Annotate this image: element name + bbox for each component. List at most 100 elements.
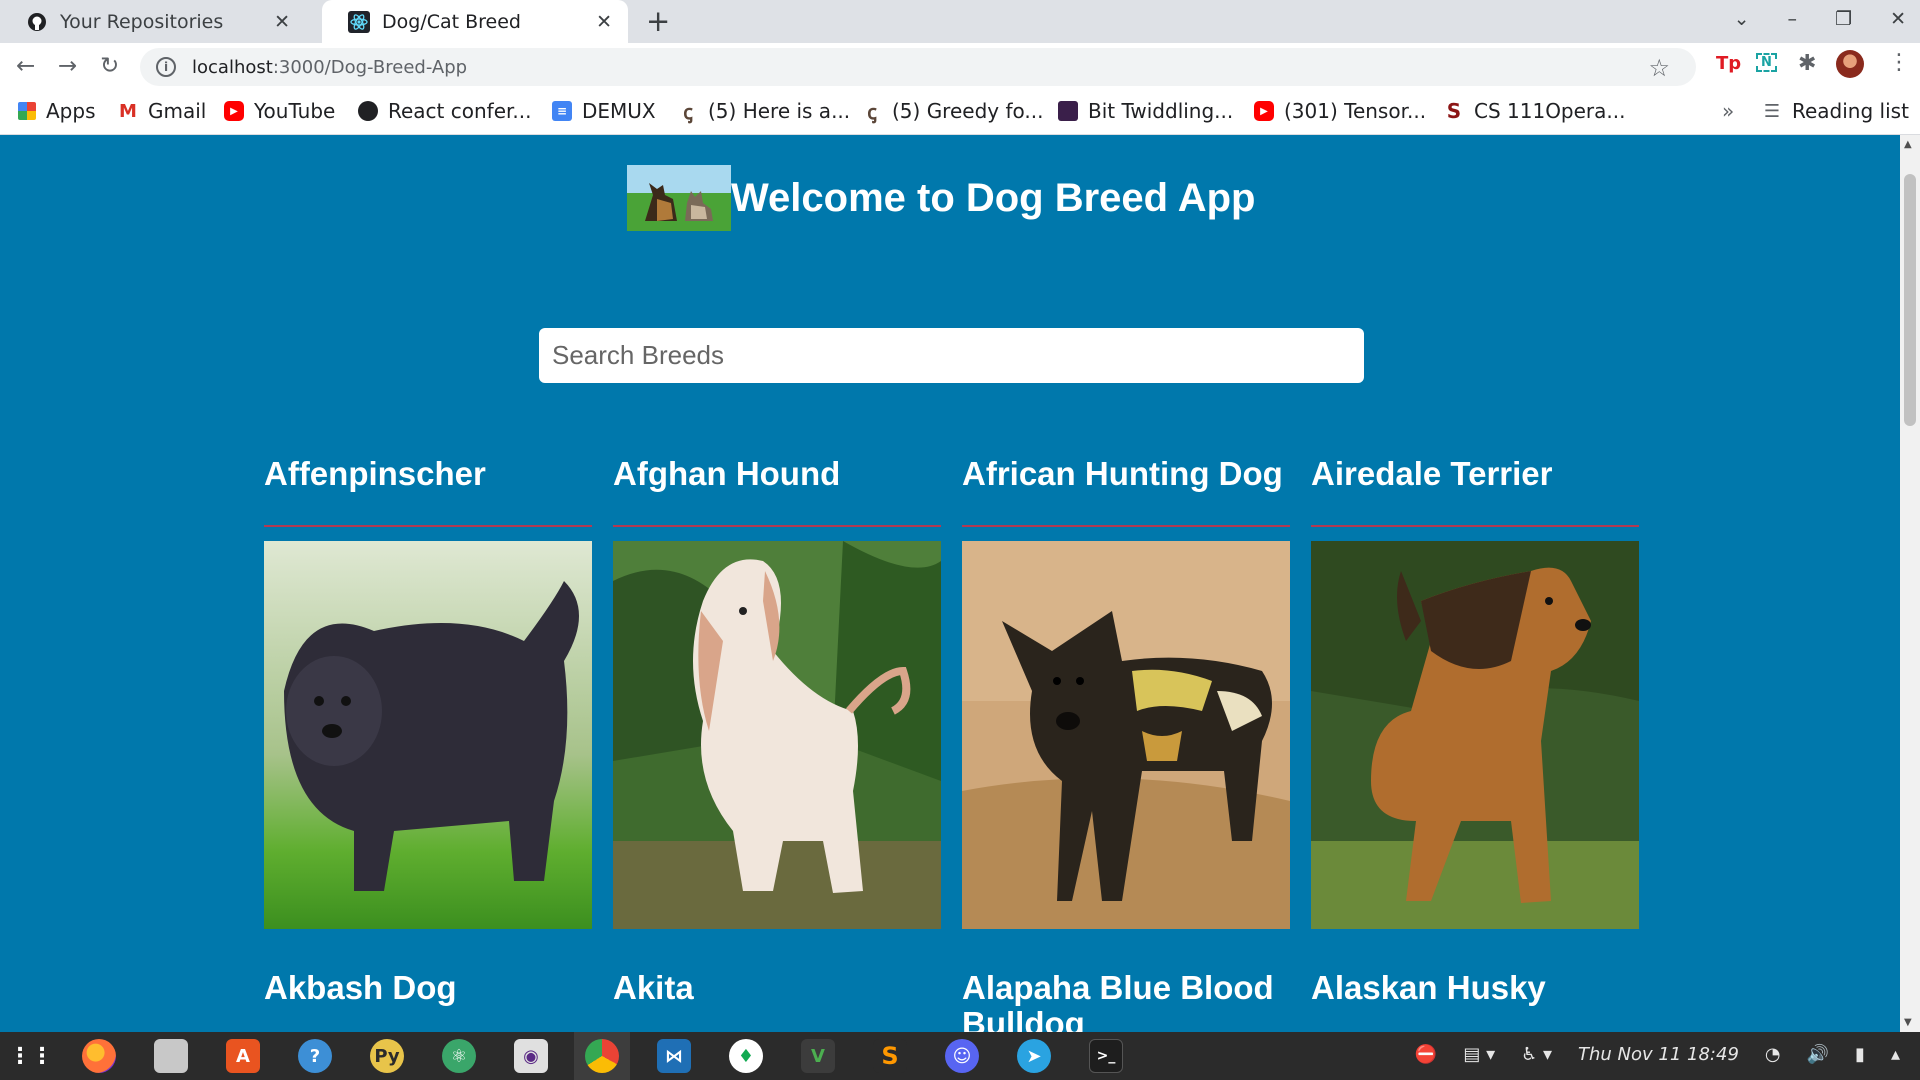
extensions-puzzle-icon[interactable]: ✱ [1798, 51, 1816, 76]
python-icon[interactable]: Py [370, 1039, 404, 1073]
bookmark-page-icon [1058, 101, 1078, 121]
screenshot-icon[interactable]: ◉ [514, 1039, 548, 1073]
breed-name: Alaskan Husky [1311, 969, 1546, 1006]
accessibility-icon[interactable]: ♿ ▾ [1521, 1044, 1552, 1065]
bookmark-here-is-a[interactable]: ꞔ (5) Here is a... [678, 99, 850, 124]
url-path: :3000/Dog-Breed-App [272, 56, 468, 78]
bookmark-cs-111[interactable]: S CS 111Opera... [1444, 99, 1626, 123]
codechef-icon: ꞔ [867, 99, 877, 124]
scrollbar-thumb[interactable] [1904, 174, 1916, 426]
bookmark-gmail[interactable]: M Gmail [118, 99, 206, 123]
bookmark-greedy-fo[interactable]: ꞔ (5) Greedy fo... [862, 99, 1043, 124]
breed-card[interactable]: Airedale Terrier [1311, 455, 1639, 929]
breed-card[interactable]: Affenpinscher [264, 455, 592, 929]
breed-card[interactable]: African Hunting Dog [962, 456, 1290, 929]
close-tab-icon[interactable]: ✕ [274, 11, 290, 33]
restore-icon[interactable]: ❐ [1835, 8, 1852, 30]
forward-arrow-icon[interactable]: → [58, 53, 77, 79]
close-window-icon[interactable]: ✕ [1890, 8, 1906, 30]
gmail-icon: M [119, 100, 137, 122]
breed-photo-airedale-terrier[interactable] [1311, 541, 1639, 929]
clipboard-icon[interactable]: ▤ ▾ [1463, 1044, 1495, 1065]
close-tab-icon[interactable]: ✕ [596, 11, 612, 33]
tab-search-icon[interactable]: ⌄ [1734, 8, 1750, 30]
reload-icon[interactable]: ↻ [100, 53, 119, 79]
software-center-icon[interactable]: A [226, 1039, 260, 1073]
reading-list-button[interactable]: ☰ Reading list [1762, 99, 1909, 123]
breed-divider [962, 525, 1290, 527]
browser-toolbar: ← → ↻ i localhost:3000/Dog-Breed-App ☆ T… [0, 43, 1920, 91]
tab-your-repositories[interactable]: Your Repositories ✕ [0, 0, 306, 43]
clock[interactable]: Thu Nov 11 18:49 [1578, 1044, 1739, 1065]
bookmark-bit-twiddling[interactable]: Bit Twiddling... [1058, 99, 1233, 123]
back-arrow-icon[interactable]: ← [16, 53, 35, 79]
react-icon [348, 10, 370, 33]
scroll-up-arrow-icon[interactable]: ▲ [1904, 139, 1912, 150]
mongodb-icon[interactable]: ♦ [729, 1039, 763, 1073]
bookmark-youtube[interactable]: ▶ YouTube [224, 99, 335, 123]
discord-icon[interactable]: ☺ [945, 1039, 979, 1073]
dog-cat-logo-image [627, 165, 731, 231]
breed-name: Airedale Terrier [1311, 455, 1553, 492]
search-breeds-input[interactable] [539, 328, 1364, 383]
reading-list-icon: ☰ [1763, 100, 1781, 122]
bookmark-tensor[interactable]: ▶ (301) Tensor... [1254, 99, 1426, 123]
profile-avatar[interactable] [1836, 50, 1864, 78]
files-icon[interactable] [154, 1039, 188, 1073]
notion-extension-icon[interactable]: N [1756, 53, 1777, 72]
telegram-icon[interactable]: ➤ [1017, 1039, 1051, 1073]
app-grid-icon[interactable]: ⋮⋮ [9, 1039, 53, 1073]
youtube-icon: ▶ [1254, 101, 1274, 121]
site-info-icon[interactable]: i [156, 57, 176, 77]
page-scrollbar[interactable]: ▲ ▼ [1900, 135, 1920, 1032]
bookmark-star-icon[interactable]: ☆ [1648, 54, 1670, 82]
new-tab-button[interactable]: + [646, 6, 670, 36]
github-icon [26, 11, 48, 33]
breed-photo-african-hunting-dog[interactable] [962, 541, 1290, 929]
breed-card[interactable]: Akbash Dog [264, 970, 592, 1014]
minimize-icon[interactable]: – [1788, 8, 1798, 30]
menu-kebab-icon[interactable]: ⋮ [1888, 50, 1910, 75]
scroll-down-arrow-icon[interactable]: ▼ [1904, 1017, 1912, 1028]
bookmark-demux[interactable]: ≡ DEMUX [552, 99, 656, 123]
breed-divider [1311, 525, 1639, 527]
tp-extension-icon[interactable]: Tp [1716, 53, 1741, 74]
terminal-icon[interactable]: >_ [1089, 1039, 1123, 1073]
do-not-disturb-icon[interactable]: ⛔ [1415, 1044, 1437, 1065]
tray-menu-arrow-icon[interactable]: ▴ [1891, 1044, 1900, 1065]
help-icon[interactable]: ? [298, 1039, 332, 1073]
system-tray: ⛔ ▤ ▾ ♿ ▾ Thu Nov 11 18:49 ◔ 🔊 ▮ ▴ [1415, 1044, 1900, 1065]
address-bar[interactable]: i localhost:3000/Dog-Breed-App ☆ [140, 48, 1696, 86]
breed-card[interactable]: Alapaha Blue Blood Bulldog [962, 970, 1290, 1033]
vscode-icon[interactable]: ⋈ [657, 1039, 691, 1073]
codechef-icon: ꞔ [683, 99, 693, 124]
page-viewport: Welcome to Dog Breed App Affenpinscher A… [0, 135, 1900, 1032]
chrome-icon[interactable] [585, 1039, 619, 1073]
breed-card[interactable]: Afghan Hound [613, 456, 941, 929]
sublime-icon[interactable]: S [873, 1039, 907, 1073]
tab-title: Your Repositories [60, 10, 224, 33]
vim-icon[interactable]: V [801, 1039, 835, 1073]
breed-photo-afghan-hound[interactable] [613, 541, 941, 929]
breed-name: Akita [613, 969, 694, 1006]
youtube-icon: ▶ [224, 101, 244, 121]
battery-icon[interactable]: ▮ [1855, 1044, 1865, 1065]
breed-card[interactable]: Akita [613, 970, 941, 1014]
breed-card[interactable]: Alaskan Husky [1311, 970, 1639, 1014]
bookmarks-overflow-button[interactable]: » [1722, 99, 1734, 123]
breed-name: Affenpinscher [264, 455, 486, 492]
bookmark-apps[interactable]: Apps [18, 99, 96, 123]
bookmark-react-conference[interactable]: React confer... [358, 99, 531, 123]
github-icon [358, 101, 378, 121]
window-controls: ⌄ – ❐ ✕ [1734, 8, 1906, 30]
atom-icon[interactable]: ⚛ [442, 1039, 476, 1073]
docs-icon: ≡ [552, 101, 572, 121]
apps-grid-icon [18, 102, 36, 120]
firefox-icon[interactable] [82, 1039, 116, 1073]
breed-photo-affenpinscher[interactable] [264, 541, 592, 929]
tab-strip: Your Repositories ✕ Dog/Cat Breed ✕ + ⌄ … [0, 0, 1920, 43]
wifi-icon[interactable]: ◔ [1765, 1044, 1781, 1065]
tab-dog-cat-breed[interactable]: Dog/Cat Breed ✕ [322, 0, 628, 43]
volume-icon[interactable]: 🔊 [1807, 1044, 1829, 1065]
url-host: localhost [192, 56, 273, 78]
